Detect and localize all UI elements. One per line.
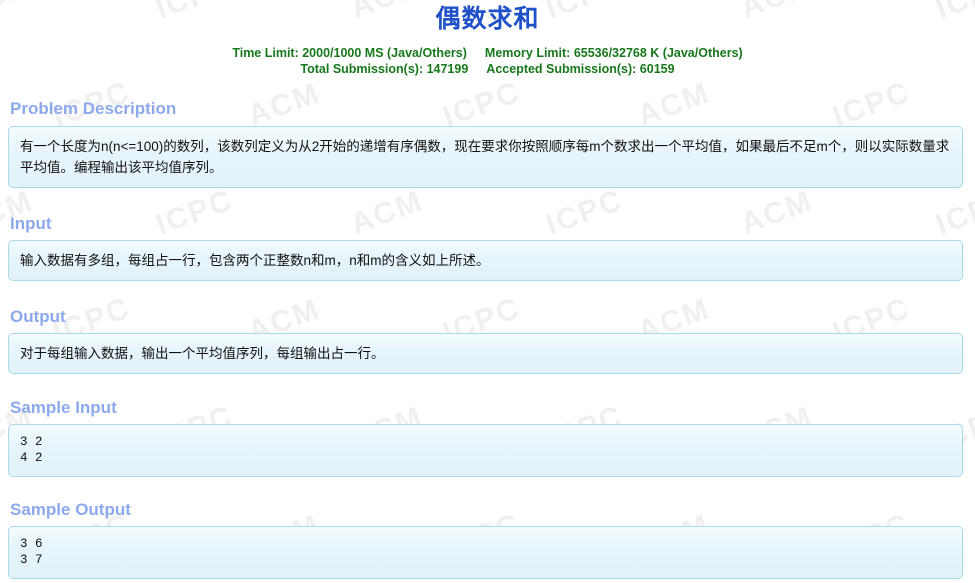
page-title: 偶数求和 bbox=[435, 5, 540, 33]
sample-input-body: 3 2 4 2 bbox=[8, 424, 963, 477]
section-heading-description: Problem Description bbox=[10, 99, 177, 118]
total-submissions: Total Submission(s): 147199 bbox=[300, 62, 469, 76]
memory-limit: Memory Limit: 65536/32768 K (Java/Others… bbox=[484, 46, 743, 60]
section-description: Problem Description 有一个长度为n(n<=100)的数列，该… bbox=[0, 99, 975, 188]
submissions-line: Total Submission(s): 147199 Accepted Subm… bbox=[0, 61, 975, 77]
section-input: Input 输入数据有多组，每组占一行，包含两个正整数n和m，n和m的含义如上所… bbox=[0, 214, 975, 281]
section-heading-output: Output bbox=[10, 307, 66, 326]
section-output: Output 对于每组输入数据，输出一个平均值序列，每组输出占一行。 bbox=[0, 307, 975, 374]
accepted-submissions: Accepted Submission(s): 60159 bbox=[486, 62, 675, 76]
section-sample-output: Sample Output 3 6 3 7 bbox=[0, 500, 975, 579]
limits-line: Time Limit: 2000/1000 MS (Java/Others) Me… bbox=[0, 45, 975, 61]
section-heading-input: Input bbox=[10, 214, 52, 233]
problem-page: 偶数求和 Time Limit: 2000/1000 MS (Java/Othe… bbox=[0, 0, 975, 583]
time-limit: Time Limit: 2000/1000 MS (Java/Others) bbox=[232, 46, 467, 60]
section-heading-sample-output: Sample Output bbox=[10, 500, 131, 519]
section-sample-input: Sample Input 3 2 4 2 bbox=[0, 398, 975, 477]
section-heading-sample-input: Sample Input bbox=[10, 398, 117, 417]
description-body: 有一个长度为n(n<=100)的数列，该数列定义为从2开始的递增有序偶数，现在要… bbox=[8, 126, 963, 188]
output-body: 对于每组输入数据，输出一个平均值序列，每组输出占一行。 bbox=[8, 333, 963, 374]
problem-stats: Time Limit: 2000/1000 MS (Java/Others) Me… bbox=[0, 45, 975, 77]
sample-output-body: 3 6 3 7 bbox=[8, 526, 963, 579]
input-body: 输入数据有多组，每组占一行，包含两个正整数n和m，n和m的含义如上所述。 bbox=[8, 240, 963, 281]
